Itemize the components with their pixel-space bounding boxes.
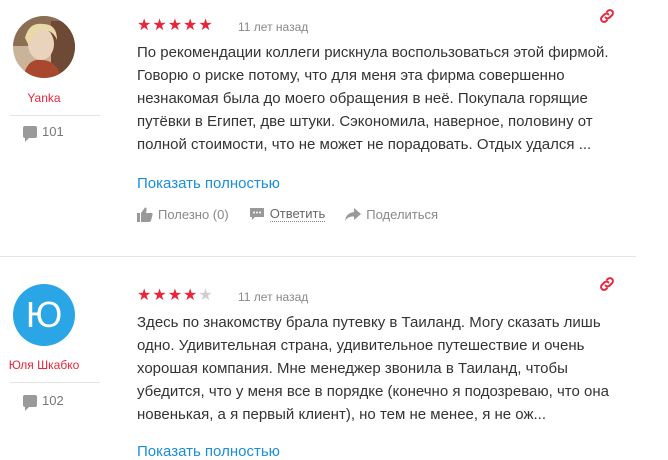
rating-stars: ★★★★★	[137, 18, 214, 34]
review-date: 11 лет назад	[238, 290, 309, 304]
author-review-count: 102	[23, 393, 64, 411]
share-icon	[345, 207, 362, 221]
star-filled: ★★★★	[137, 287, 199, 304]
comments-count-icon	[23, 125, 37, 142]
review-text: По рекомендации коллеги рискнула восполь…	[137, 44, 609, 153]
review-card: Ю Юля Шкабко 102 ★★★★★ 11 лет назад Здес…	[0, 257, 668, 460]
rating-stars: ★★★★★	[137, 288, 214, 304]
avatar[interactable]	[13, 16, 75, 78]
star-filled: ★★★★★	[137, 17, 214, 34]
show-more-link[interactable]: Показать полностью	[137, 443, 280, 460]
comment-icon	[249, 208, 264, 220]
link-icon[interactable]	[598, 275, 616, 293]
helpful-label: Полезно (0)	[158, 206, 229, 222]
review-text: Здесь по знакомству брала путевку в Таил…	[137, 314, 609, 423]
share-label: Поделиться	[366, 206, 439, 222]
review-count-value: 101	[42, 124, 64, 139]
review-count-value: 102	[42, 393, 64, 408]
reply-button[interactable]: Ответить	[249, 206, 326, 222]
review-card: Yanka 101 ★★★★★ 11 лет назад По рекоменд…	[0, 0, 668, 256]
reply-label: Ответить	[269, 206, 326, 222]
thumb-up-icon	[137, 207, 153, 222]
show-more-link[interactable]: Показать полностью	[137, 175, 280, 192]
author-name[interactable]: Yanka	[0, 91, 88, 105]
review-date: 11 лет назад	[238, 20, 309, 34]
link-icon[interactable]	[598, 7, 616, 25]
star-empty: ★	[198, 287, 214, 304]
author-review-count: 101	[23, 124, 64, 142]
divider	[10, 382, 100, 383]
helpful-button[interactable]: Полезно (0)	[137, 207, 229, 222]
review-actions: Полезно (0) Ответить Поделиться	[137, 206, 458, 222]
comments-count-icon	[23, 394, 37, 411]
author-name[interactable]: Юля Шкабко	[0, 358, 88, 372]
divider	[10, 115, 100, 116]
share-button[interactable]: Поделиться	[345, 207, 438, 222]
avatar[interactable]: Ю	[13, 284, 75, 346]
